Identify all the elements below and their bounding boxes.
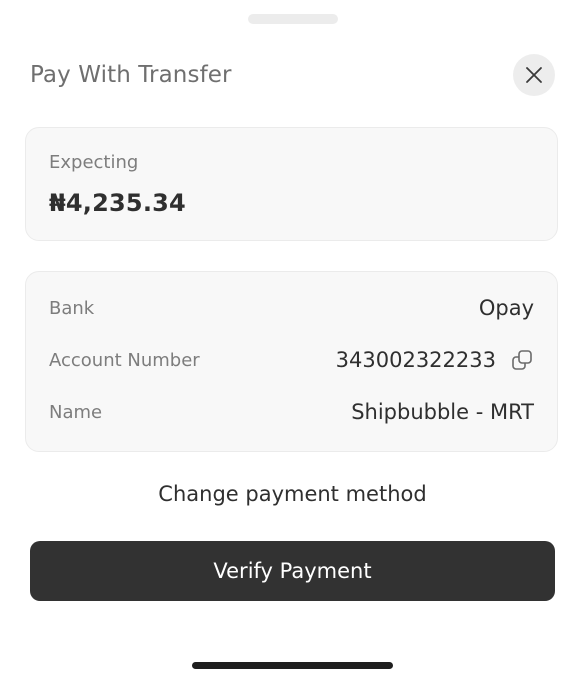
bank-value: Opay [478,296,534,320]
account-name-row: Name Shipbubble - MRT [49,398,534,426]
account-number-row: Account Number 343002322233 [49,346,534,374]
account-name-value: Shipbubble - MRT [351,400,534,424]
sheet-title: Pay With Transfer [30,62,232,88]
copy-icon [512,350,532,370]
account-number-value-group: 343002322233 [336,348,534,372]
bank-row: Bank Opay [49,294,534,322]
home-indicator [192,662,393,669]
account-number-value: 343002322233 [335,348,496,372]
bank-details-card: Bank Opay Account Number 343002322233 Na… [25,271,558,452]
close-icon [526,67,542,83]
expecting-card: Expecting ₦4,235.34 [25,127,558,241]
verify-payment-button[interactable]: Verify Payment [30,541,555,601]
change-payment-method-link[interactable]: Change payment method [0,482,585,506]
sheet-header: Pay With Transfer [30,52,555,98]
expecting-label: Expecting [49,152,139,173]
copy-button[interactable] [510,348,534,372]
bank-label: Bank [49,297,95,319]
account-name-label: Name [49,401,103,423]
expected-amount: ₦4,235.34 [49,189,186,217]
sheet-grabber-handle[interactable] [248,14,338,24]
account-number-label: Account Number [49,349,200,371]
close-button[interactable] [513,54,555,96]
